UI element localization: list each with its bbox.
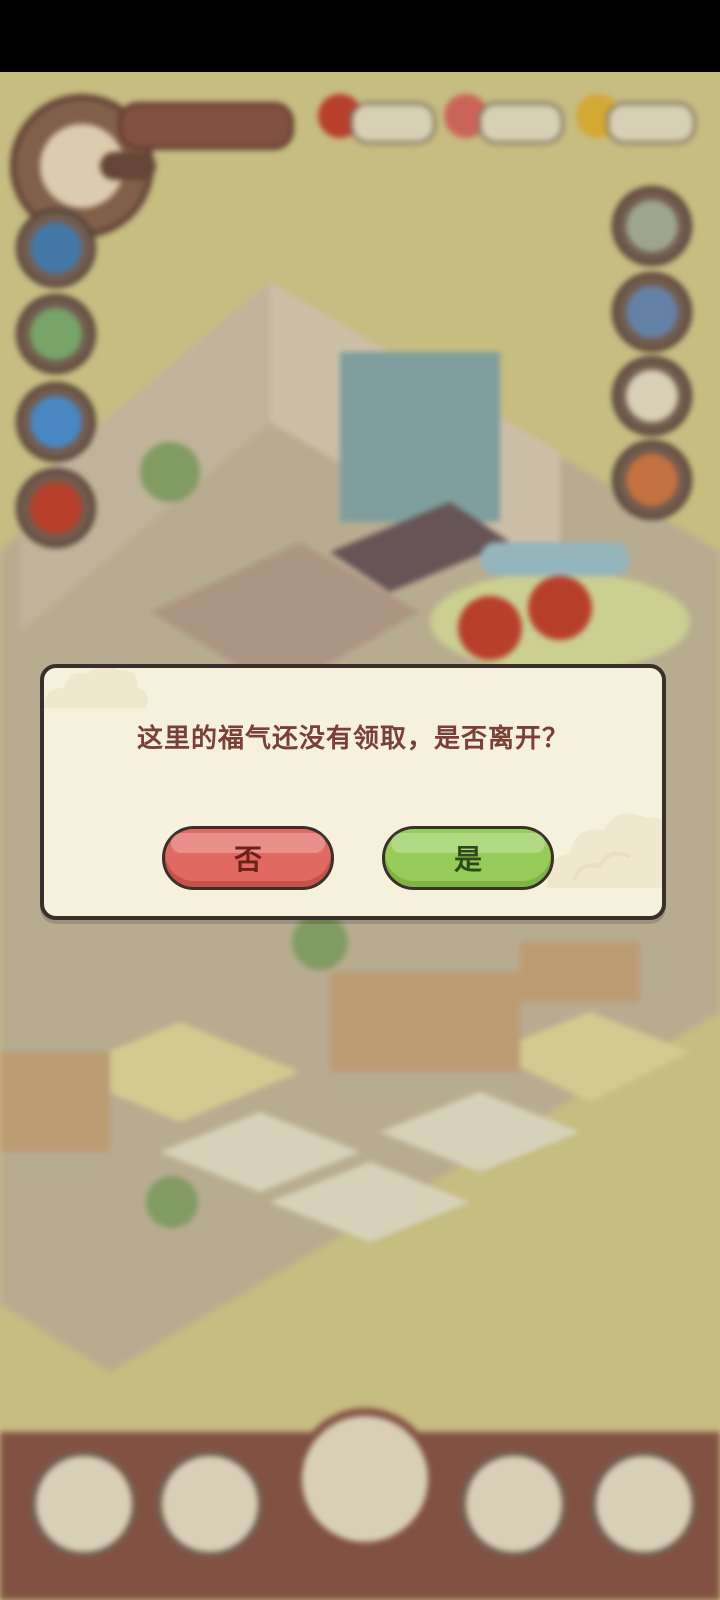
yes-button-label: 是 [453,843,482,876]
yes-button[interactable]: 是 [382,826,554,890]
no-button[interactable]: 否 [162,826,334,890]
cloud-decoration-icon [547,813,662,888]
leave-confirm-dialog: 这里的福气还没有领取，是否离开？ 否 是 [40,664,666,920]
no-button-label: 否 [233,843,262,876]
dialog-message: 这里的福气还没有领取，是否离开？ [136,724,569,754]
game-screen: 这里的福气还没有领取，是否离开？ 否 是 [0,0,720,1600]
